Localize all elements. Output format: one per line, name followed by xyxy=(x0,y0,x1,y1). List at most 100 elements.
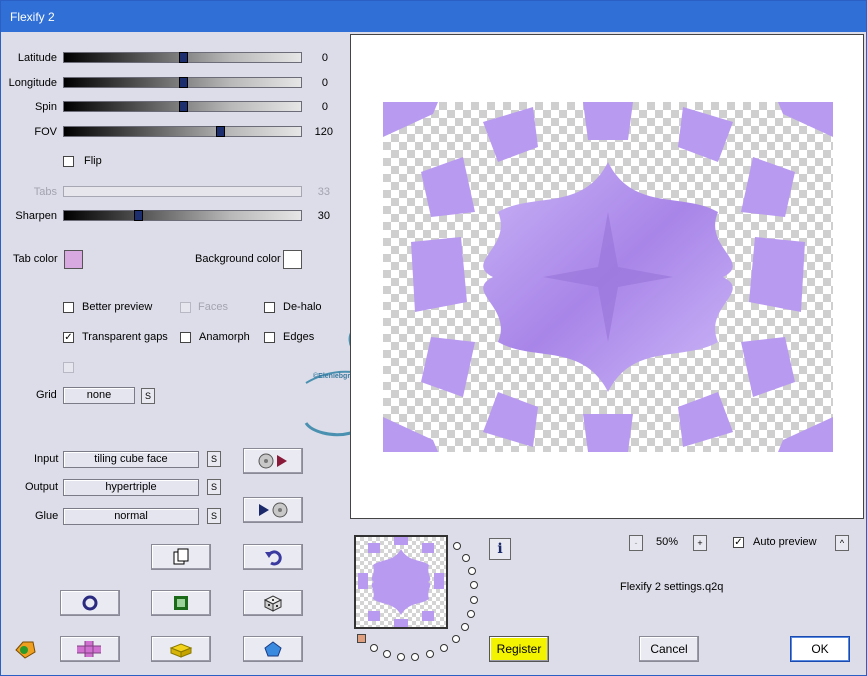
tabs-value: 33 xyxy=(317,186,330,198)
auto-preview-label: Auto preview xyxy=(753,536,817,548)
output-s-button[interactable]: S xyxy=(207,479,221,495)
circle-button[interactable] xyxy=(60,590,120,616)
grid-label: Grid xyxy=(36,389,57,401)
input-dropdown[interactable]: tiling cube face xyxy=(63,451,199,468)
cancel-button[interactable]: Cancel xyxy=(639,636,699,662)
nav-dot[interactable] xyxy=(467,610,475,618)
slider-thumb[interactable] xyxy=(179,77,188,88)
window-title: Flexify 2 xyxy=(10,10,55,24)
plugin-logo-icon xyxy=(15,641,36,659)
latitude-value: 0 xyxy=(321,52,328,64)
de-halo-checkbox[interactable] xyxy=(264,302,275,313)
zoom-in-button[interactable]: + xyxy=(693,535,707,551)
nav-dot[interactable] xyxy=(370,644,378,652)
nav-dot[interactable] xyxy=(397,653,405,661)
frame-button[interactable] xyxy=(151,590,211,616)
flip-label: Flip xyxy=(84,155,102,167)
undo-button[interactable] xyxy=(243,544,303,570)
nav-dot[interactable] xyxy=(452,635,460,643)
faces-checkbox xyxy=(180,302,191,313)
glue-s-button[interactable]: S xyxy=(207,508,221,524)
sharpen-value: 30 xyxy=(317,210,330,222)
play-to-disc-icon xyxy=(259,502,288,518)
better-preview-label: Better preview xyxy=(82,301,153,313)
slider-thumb[interactable] xyxy=(179,101,188,112)
glue-dropdown[interactable]: normal xyxy=(63,508,199,525)
output-label: Output xyxy=(25,481,59,493)
copy-button[interactable] xyxy=(151,544,211,570)
collapse-button[interactable]: ^ xyxy=(835,535,849,551)
save-preset-button[interactable] xyxy=(243,497,303,523)
latitude-slider[interactable] xyxy=(63,52,302,63)
spin-slider[interactable] xyxy=(63,101,302,112)
preview-image xyxy=(383,102,833,452)
pentagon-icon xyxy=(264,641,282,657)
input-s-button[interactable]: S xyxy=(207,451,221,467)
disc-to-play-icon xyxy=(258,453,287,469)
transparent-gaps-label: Transparent gaps xyxy=(82,331,168,343)
transparent-gaps-checkbox[interactable]: ✓ xyxy=(63,332,74,343)
kaleidoscope-image xyxy=(383,102,833,452)
load-preset-button[interactable] xyxy=(243,448,303,474)
slider-thumb[interactable] xyxy=(179,52,188,63)
grid-dropdown[interactable]: none xyxy=(63,387,135,404)
slider-thumb[interactable] xyxy=(134,210,143,221)
ok-button[interactable]: OK xyxy=(790,636,850,662)
cross-button[interactable] xyxy=(60,636,120,662)
nav-handle[interactable] xyxy=(357,634,366,643)
nav-dot[interactable] xyxy=(470,596,478,604)
nav-dot[interactable] xyxy=(462,554,470,562)
tab-color-label: Tab color xyxy=(13,253,58,265)
flip-checkbox[interactable] xyxy=(63,156,74,167)
square-frame-icon xyxy=(174,596,188,610)
nav-dot[interactable] xyxy=(426,650,434,658)
undo-icon xyxy=(265,550,282,566)
fov-slider[interactable] xyxy=(63,126,302,137)
tabs-label: Tabs xyxy=(33,186,57,198)
auto-preview-checkbox[interactable]: ✓ xyxy=(733,537,744,548)
glue-label: Glue xyxy=(35,510,59,522)
nav-dot[interactable] xyxy=(383,650,391,658)
preview-thumbnail[interactable] xyxy=(354,535,448,629)
nav-dot[interactable] xyxy=(470,581,478,589)
lego-button[interactable] xyxy=(151,636,211,662)
slider-thumb[interactable] xyxy=(216,126,225,137)
title-bar: Flexify 2 xyxy=(1,1,866,32)
nav-dot[interactable] xyxy=(468,567,476,575)
cross-icon xyxy=(77,641,101,657)
background-color-swatch[interactable] xyxy=(283,250,302,269)
tabs-slider xyxy=(63,186,302,197)
de-halo-label: De-halo xyxy=(283,301,322,313)
tab-color-swatch[interactable] xyxy=(64,250,83,269)
preview-panel[interactable] xyxy=(350,34,864,519)
nav-dot[interactable] xyxy=(453,542,461,550)
nav-dot[interactable] xyxy=(411,653,419,661)
spin-label: Spin xyxy=(34,101,57,113)
nav-dot[interactable] xyxy=(461,623,469,631)
longitude-label: Longitude xyxy=(8,77,57,89)
zoom-value: 50% xyxy=(656,536,679,548)
pentagon-button[interactable] xyxy=(243,636,303,662)
input-label: Input xyxy=(34,453,59,465)
info-icon[interactable]: i xyxy=(489,538,511,560)
longitude-value: 0 xyxy=(321,77,328,89)
random-button[interactable] xyxy=(243,590,303,616)
lego-brick-icon xyxy=(169,643,193,658)
zoom-out-button[interactable]: - xyxy=(629,535,643,551)
anamorph-checkbox[interactable] xyxy=(180,332,191,343)
longitude-slider[interactable] xyxy=(63,77,302,88)
output-dropdown[interactable]: hypertriple xyxy=(63,479,199,496)
sharpen-slider[interactable] xyxy=(63,210,302,221)
grid-s-button[interactable]: S xyxy=(141,388,155,404)
register-button[interactable]: Register xyxy=(489,636,549,662)
spin-value: 0 xyxy=(321,101,328,113)
sharpen-label: Sharpen xyxy=(15,210,57,222)
circle-icon xyxy=(82,595,98,611)
background-color-label: Background color xyxy=(195,253,281,265)
dice-icon xyxy=(263,595,283,612)
edges-checkbox[interactable] xyxy=(264,332,275,343)
extra-checkbox xyxy=(63,362,74,373)
nav-dot[interactable] xyxy=(440,644,448,652)
better-preview-checkbox[interactable] xyxy=(63,302,74,313)
thumbnail-image xyxy=(358,537,444,627)
